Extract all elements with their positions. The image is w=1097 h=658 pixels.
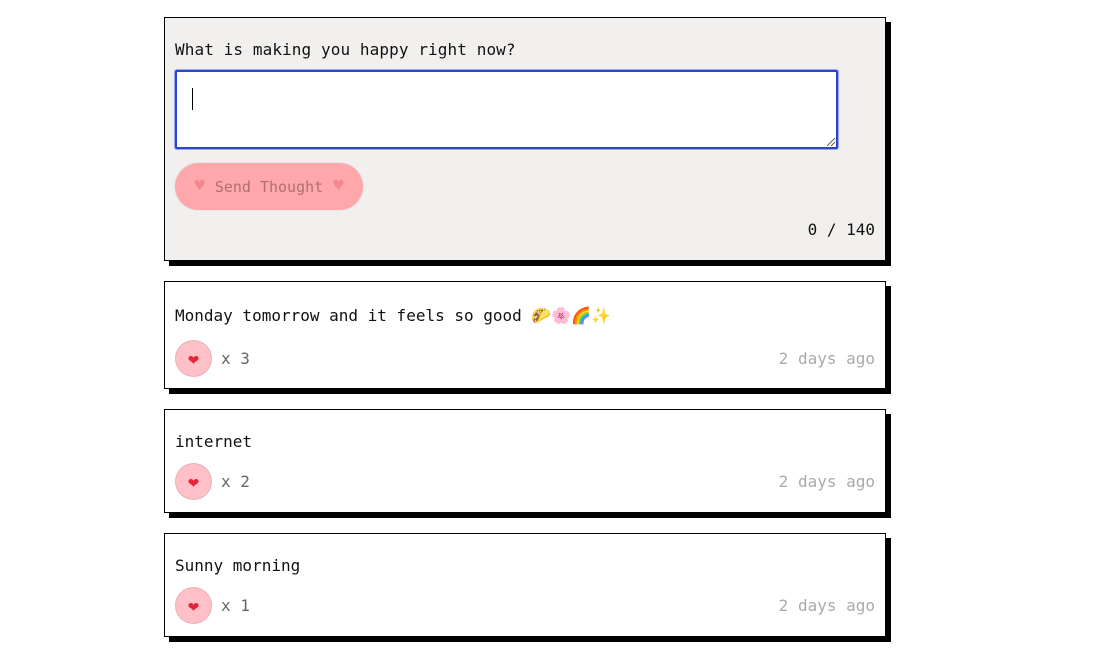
like-button[interactable]: ❤ xyxy=(175,340,212,377)
form-label: What is making you happy right now? xyxy=(175,40,516,59)
thought-text: Sunny morning xyxy=(175,556,301,575)
thought-card: Monday tomorrow and it feels so good 🌮🌸🌈… xyxy=(164,281,886,389)
text-caret xyxy=(192,88,193,110)
thought-text: internet xyxy=(175,432,253,451)
thought-text: Monday tomorrow and it feels so good 🌮🌸🌈… xyxy=(175,306,612,325)
thought-input[interactable] xyxy=(177,72,836,147)
heart-icon: ♥ xyxy=(333,176,344,196)
heart-icon: ❤ xyxy=(187,598,200,615)
thought-form: What is making you happy right now? ♥ Se… xyxy=(164,17,886,261)
thought-timestamp: 2 days ago xyxy=(778,596,875,615)
resize-handle-icon[interactable] xyxy=(827,138,835,146)
like-count: x 3 xyxy=(221,349,250,368)
character-counter: 0 / 140 xyxy=(807,220,875,239)
heart-icon: ♥ xyxy=(194,176,205,196)
thought-card: internet ❤ x 2 2 days ago xyxy=(164,409,886,513)
like-button[interactable]: ❤ xyxy=(175,463,212,500)
like-count: x 1 xyxy=(221,596,250,615)
thought-timestamp: 2 days ago xyxy=(778,472,875,491)
heart-icon: ❤ xyxy=(187,474,200,491)
like-count: x 2 xyxy=(221,472,250,491)
send-thought-label: Send Thought xyxy=(214,177,324,196)
thought-card: Sunny morning ❤ x 1 2 days ago xyxy=(164,533,886,637)
feed-container: What is making you happy right now? ♥ Se… xyxy=(164,17,886,637)
thought-input-wrapper[interactable] xyxy=(175,70,838,149)
heart-icon: ❤ xyxy=(187,351,200,368)
send-thought-button[interactable]: ♥ Send Thought ♥ xyxy=(175,163,363,210)
thought-timestamp: 2 days ago xyxy=(778,349,875,368)
like-button[interactable]: ❤ xyxy=(175,587,212,624)
